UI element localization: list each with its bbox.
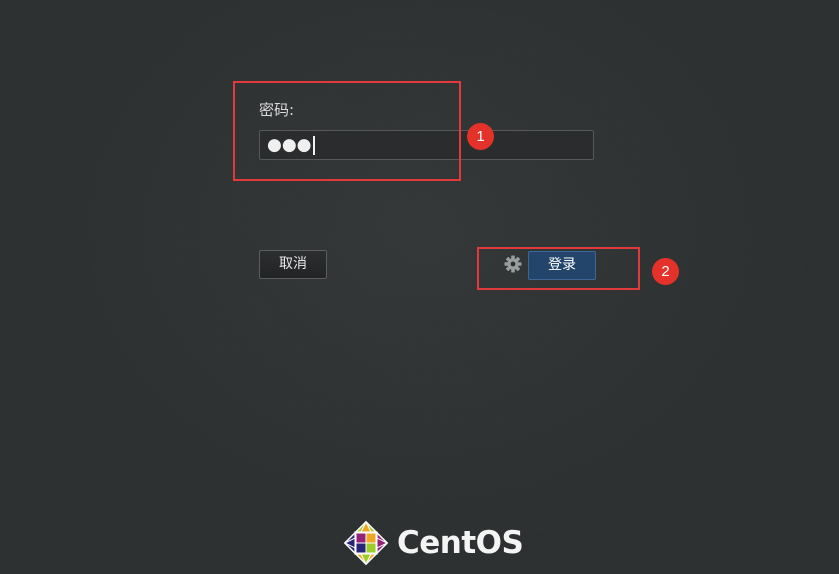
highlight-box-login (477, 247, 640, 290)
centos-wordmark: CentOS (397, 525, 524, 561)
highlight-box-password (233, 81, 461, 181)
step-badge-2: 2 (652, 258, 679, 285)
cancel-button[interactable]: 取消 (259, 250, 327, 279)
centos-logo-icon (342, 519, 390, 567)
step-badge-1: 1 (467, 123, 494, 150)
